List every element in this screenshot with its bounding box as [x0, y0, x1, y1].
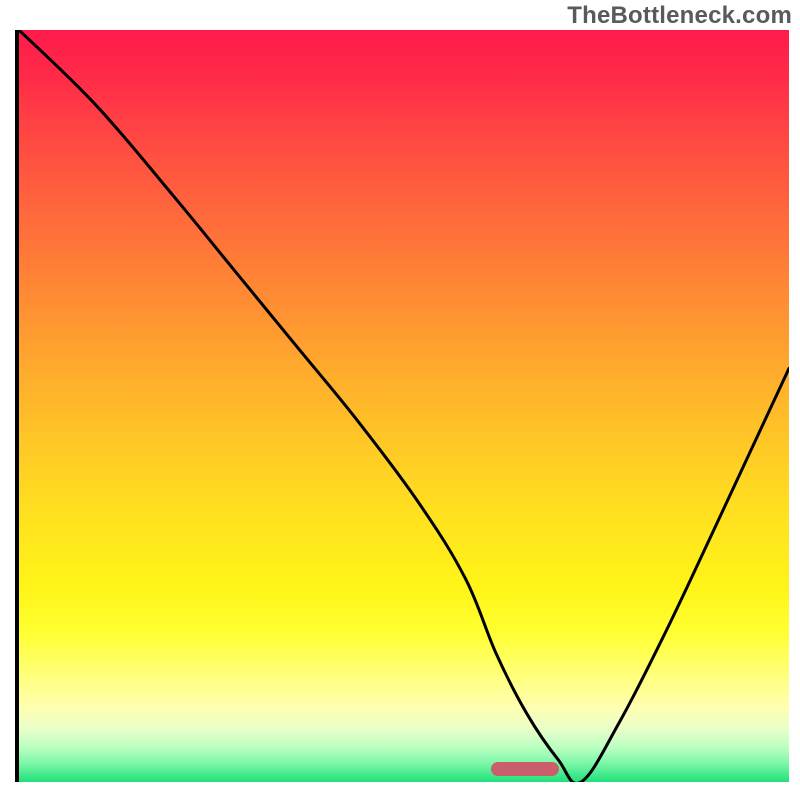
- plot-area: [15, 30, 785, 782]
- optimal-range-marker: [491, 762, 559, 776]
- chart-container: TheBottleneck.com: [0, 0, 800, 800]
- watermark-text: TheBottleneck.com: [567, 2, 792, 30]
- bottleneck-curve: [19, 30, 789, 782]
- background-gradient: [19, 30, 789, 782]
